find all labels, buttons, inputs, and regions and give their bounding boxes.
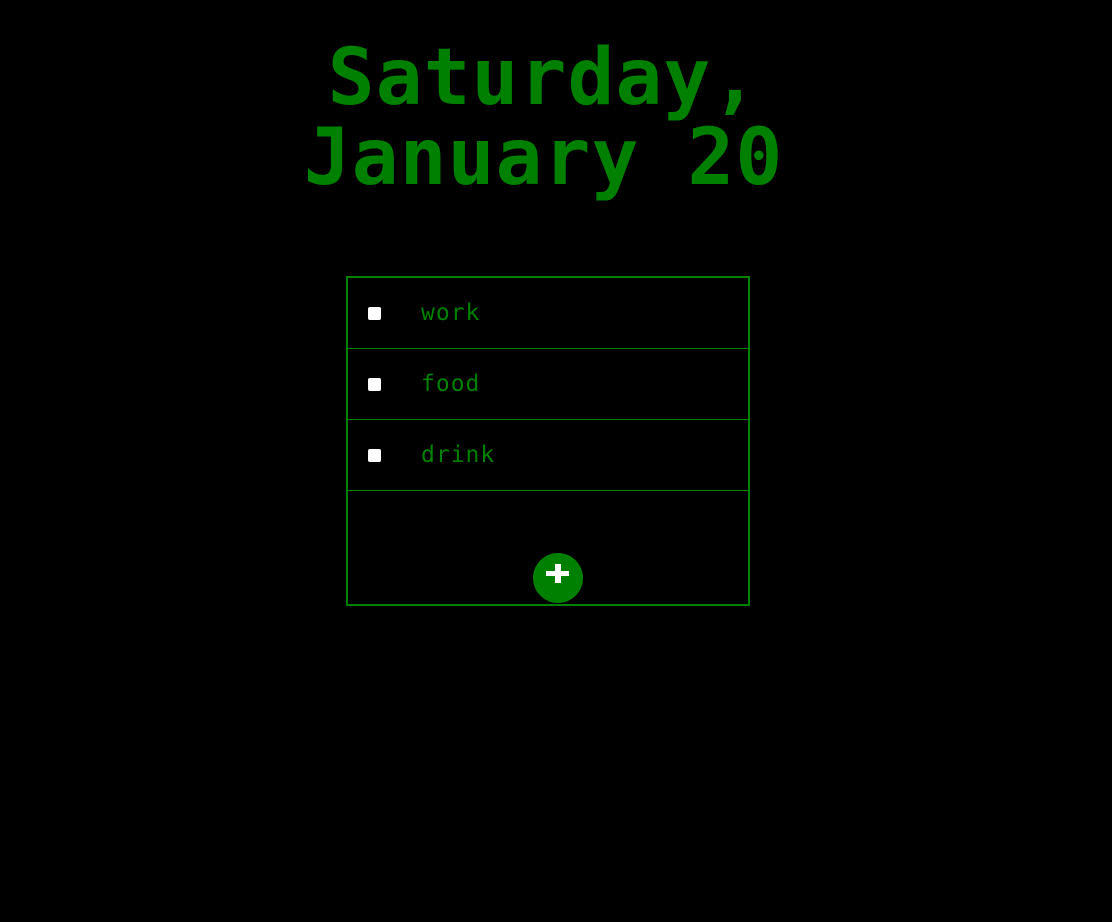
date-title-weekday: Saturday, [327,33,760,123]
plus-icon [546,564,570,584]
todo-item-drink: drink [348,420,748,491]
todo-checkbox[interactable] [368,307,381,320]
todo-label: food [421,371,481,397]
todo-label: drink [421,442,496,468]
todo-checkbox[interactable] [368,449,381,462]
todo-checkbox[interactable] [368,378,381,391]
date-title: Saturday, January 20 [0,38,1087,198]
todo-item-food: food [348,349,748,420]
date-title-date: January 20 [303,113,784,203]
todo-list: work food drink [346,276,750,606]
todo-item-work: work [348,278,748,349]
todo-label: work [421,300,481,326]
add-todo-button[interactable] [533,553,583,603]
